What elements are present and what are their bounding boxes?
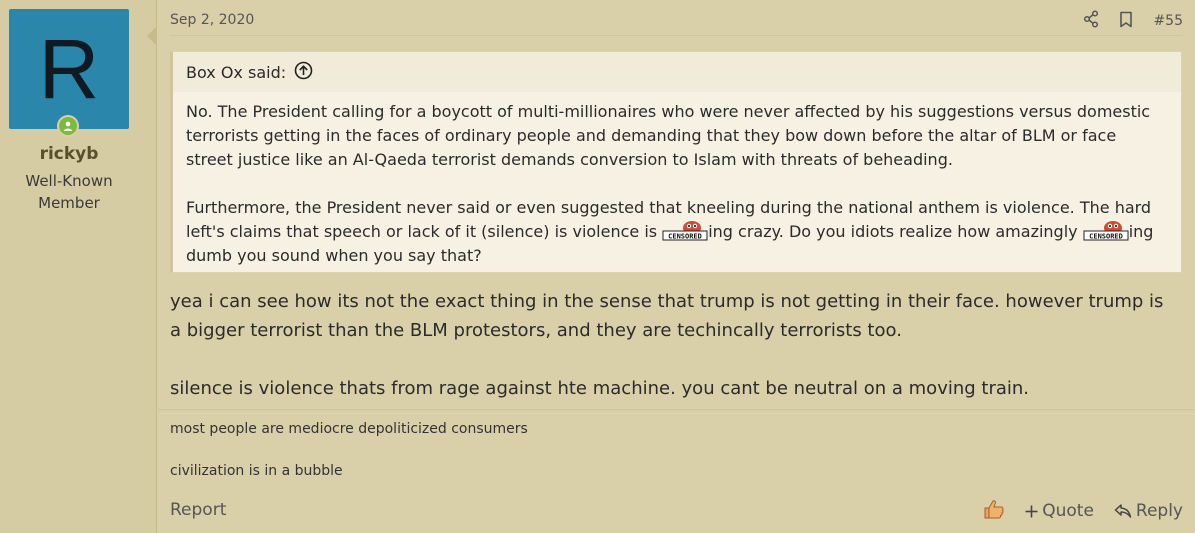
post-date[interactable]: Sep 2, 2020	[170, 12, 254, 28]
report-link[interactable]: Report	[170, 500, 226, 520]
like-icon[interactable]	[983, 498, 1005, 525]
censored-label: CENSORED	[668, 233, 702, 241]
share-icon[interactable]	[1083, 10, 1099, 32]
quote-body: No. The President calling for a boycott …	[173, 92, 1181, 268]
censored-smiley-icon: CENSORED	[662, 220, 708, 242]
quote-header: Box Ox said:	[173, 52, 1181, 92]
bookmark-icon[interactable]	[1119, 11, 1133, 32]
post-number-link[interactable]: #55	[1153, 13, 1183, 29]
reply-button[interactable]: Reply	[1114, 501, 1183, 521]
quote-button[interactable]: Quote	[1025, 501, 1094, 521]
post-paragraph: yea i can see how its not the exact thin…	[170, 291, 1164, 341]
user-title: Well-Known Member	[25, 172, 113, 212]
quote-block: Box Ox said: No. The President calling f…	[170, 51, 1182, 273]
reply-icon	[1114, 504, 1132, 518]
post-header: Sep 2, 2020 #55	[170, 10, 1183, 36]
censored-label: CENSORED	[1089, 233, 1123, 241]
post-footer: Report Quote Reply	[170, 497, 1183, 525]
sidebar-pointer	[147, 26, 157, 46]
avatar[interactable]: R	[9, 9, 129, 129]
reply-button-label: Reply	[1135, 501, 1183, 521]
quote-paragraph: Furthermore, the President never said or…	[186, 196, 1168, 268]
post-main: Sep 2, 2020 #55 Box Ox said: No. The Pre…	[158, 0, 1195, 533]
user-sidebar: R rickyb Well-Known Member	[0, 0, 157, 533]
quote-button-label: Quote	[1042, 501, 1094, 521]
quote-paragraph: No. The President calling for a boycott …	[186, 102, 1151, 169]
signature-line: civilization is in a bubble	[170, 463, 343, 479]
post-paragraph: silence is violence thats from rage agai…	[170, 378, 1030, 399]
plus-icon	[1025, 505, 1038, 517]
signature-line: most people are mediocre depoliticized c…	[170, 421, 528, 437]
username-link[interactable]: rickyb	[0, 144, 138, 164]
quote-author[interactable]: Box Ox said:	[186, 63, 286, 82]
quote-text: ing crazy. Do you idiots realize how ama…	[708, 222, 1083, 241]
censored-smiley-icon: CENSORED	[1083, 220, 1129, 242]
jump-to-quote-icon[interactable]	[294, 61, 313, 84]
online-status-icon	[57, 115, 79, 137]
